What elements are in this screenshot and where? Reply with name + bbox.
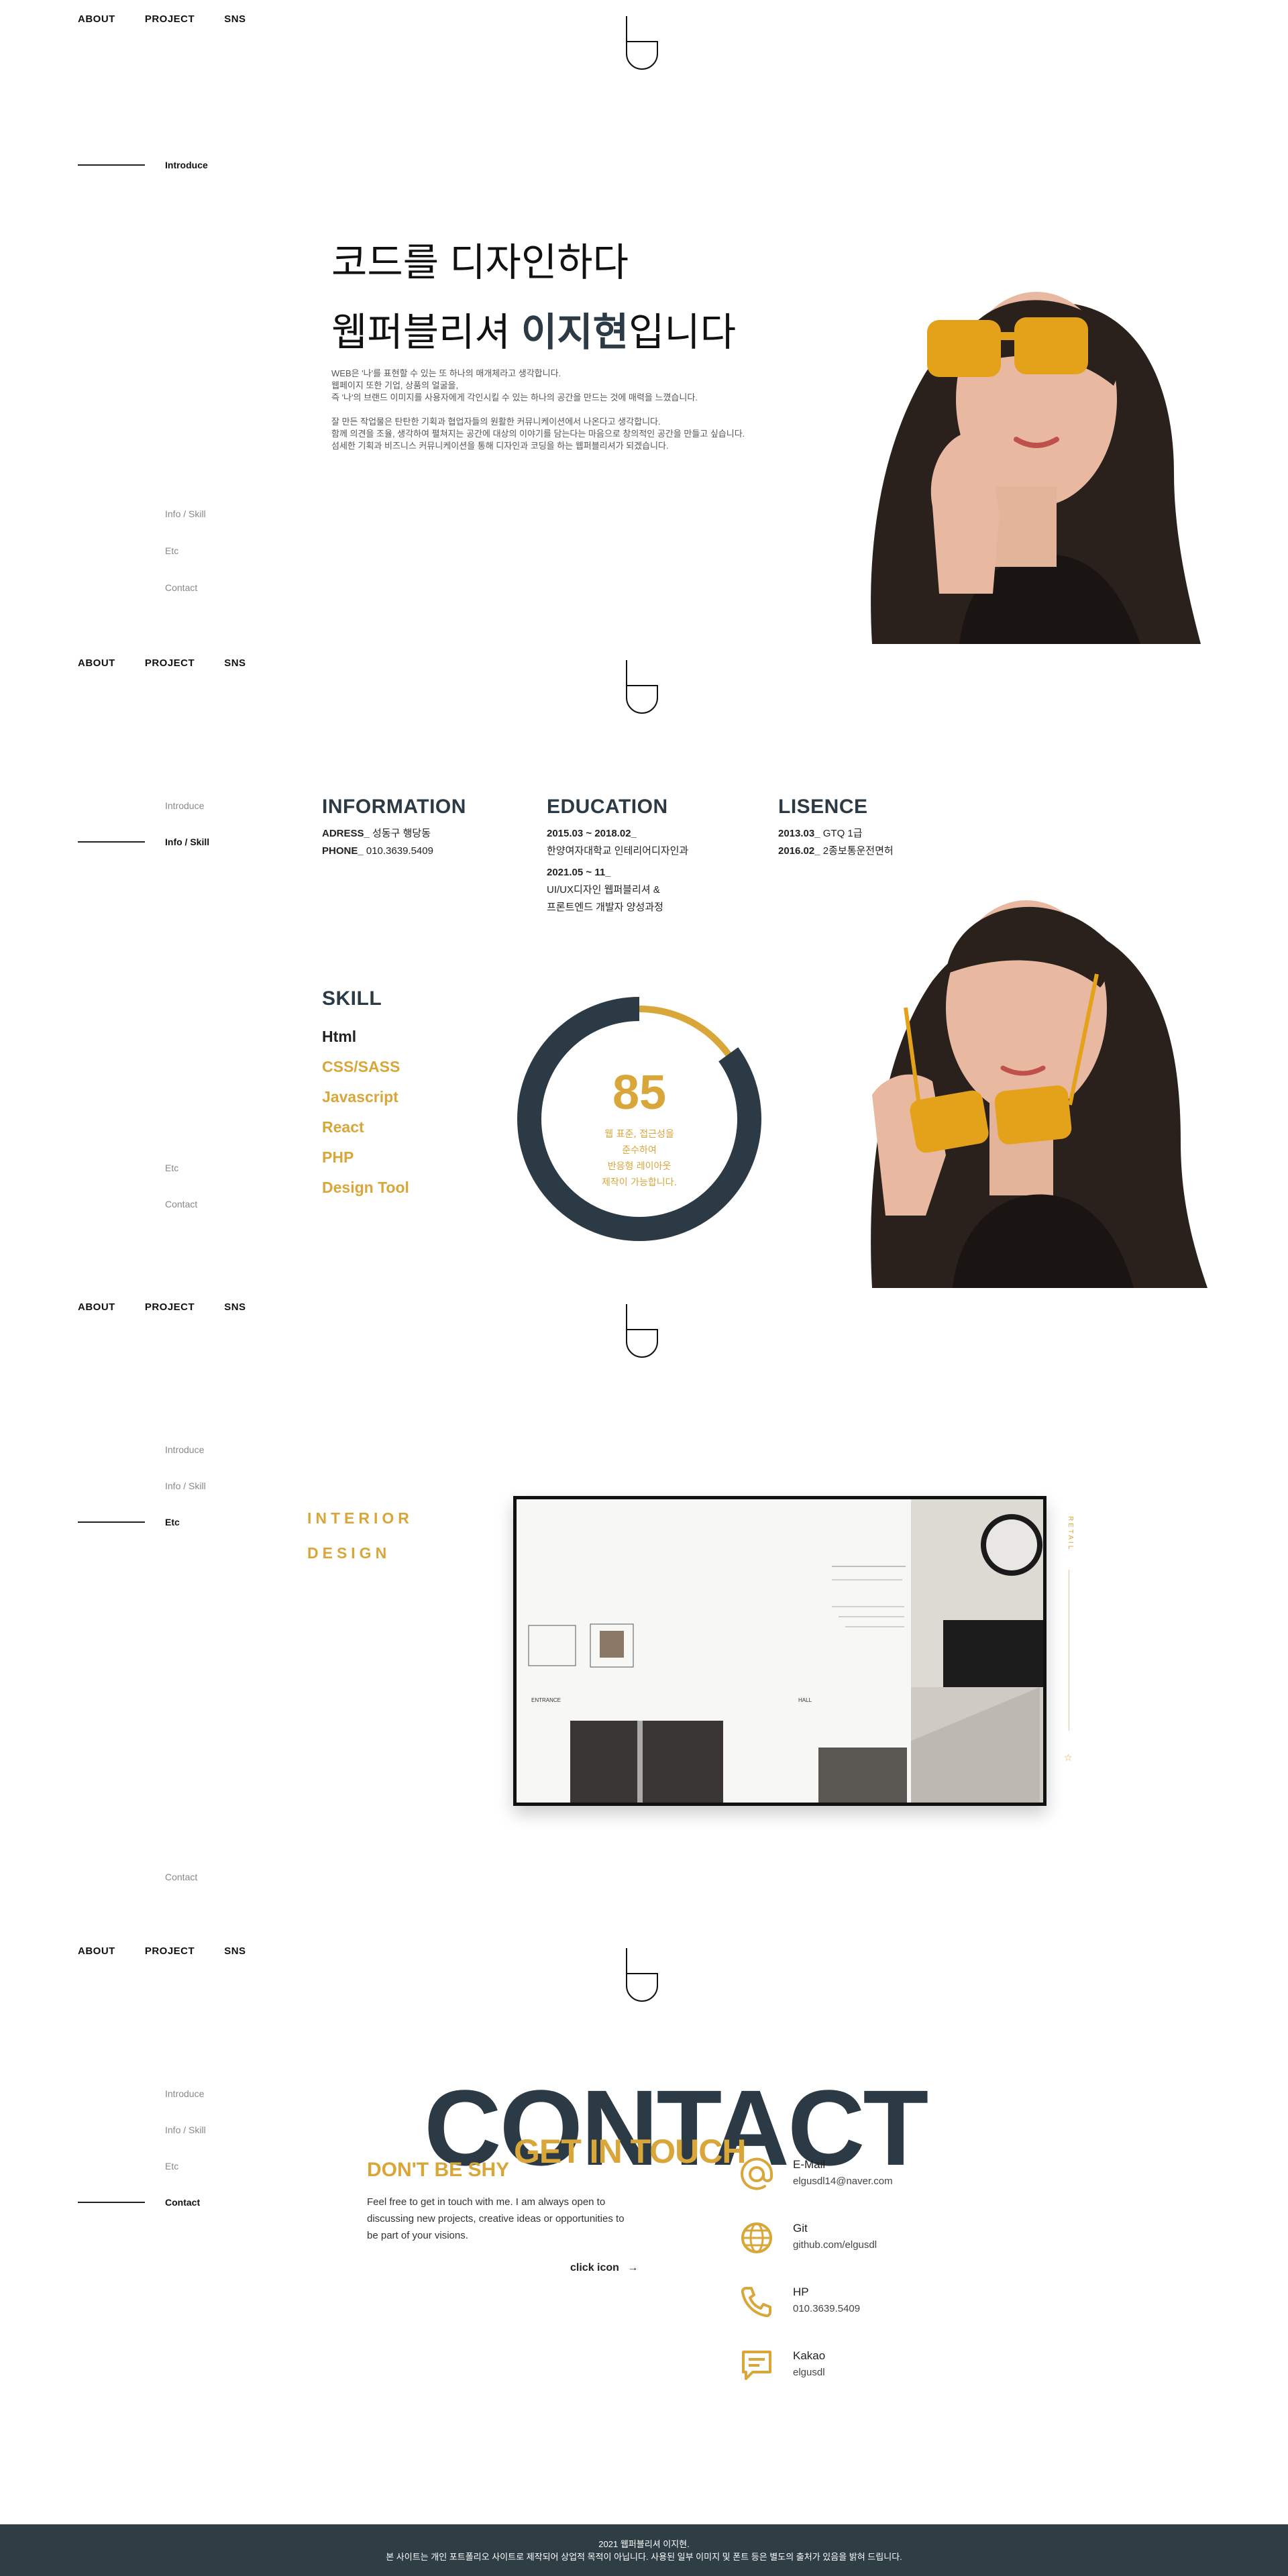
information-block: INFORMATION ADRESS_ 성동구 행당동 PHONE_ 010.3… [322,796,466,860]
address-row: ADRESS_ 성동구 행당동 [322,828,431,839]
side-nav-indicator [78,841,145,843]
education-block: EDUCATION 2015.03 ~ 2018.02_ 한양여자대학교 인테리… [547,796,689,913]
skill-item[interactable]: Javascript [322,1088,409,1106]
information-title: INFORMATION [322,796,466,818]
skill-list: Html CSS/SASS Javascript React PHP Desig… [322,1028,409,1209]
top-nav: ABOUT PROJECT SNS [76,13,246,25]
donut-text-line: 제작이 가능합니다. [602,1177,677,1188]
side-nav-etc[interactable]: Etc [165,2161,178,2171]
donut-text-line: 준수하여 [622,1145,657,1156]
side-nav-info-skill[interactable]: Info / Skill [165,1481,206,1491]
side-nav-contact[interactable]: Contact [165,1199,197,1210]
top-nav: ABOUT PROJECT SNS [76,1301,246,1313]
shy-text: Feel free to get in touch with me. I am … [367,2196,625,2241]
side-nav-info-skill[interactable]: Info / Skill [165,2125,206,2135]
intro-name: 이지현 [521,311,629,354]
donut-text-line: 웹 표준, 접근성을 [604,1129,674,1140]
intro-title-line1: 코드를 디자인하다 [331,228,629,298]
side-nav-contact[interactable]: Contact [165,1872,197,1882]
contact-hp[interactable]: HP 010.3639.5409 [739,2284,860,2319]
top-nav: ABOUT PROJECT SNS [76,657,246,669]
contact-kakao[interactable]: Kakao elgusdl [739,2348,825,2383]
skill-item[interactable]: React [322,1118,409,1136]
intro-title-line2: 웹퍼블리셔 이지현입니다 [331,298,737,368]
side-nav-etc[interactable]: Etc [165,1163,178,1173]
side-nav-introduce[interactable]: Introduce [165,2088,204,2099]
nav-about[interactable]: ABOUT [76,657,117,669]
side-nav-indicator [78,2202,145,2203]
nav-sns[interactable]: SNS [224,13,246,25]
side-nav-etc[interactable]: Etc [165,1517,180,1527]
project-preview-image: ENTRANCE HALL [517,1499,1043,1803]
chat-icon[interactable] [739,2348,774,2383]
skill-item[interactable]: CSS/SASS [322,1058,409,1076]
donut-text-line: 반응형 레이아웃 [608,1161,672,1172]
project-label-line2: DESIGN [307,1544,391,1562]
skill-item[interactable]: PHP [322,1148,409,1167]
nav-about[interactable]: ABOUT [76,13,117,25]
section-etc: ABOUT PROJECT SNS Introduce Info / Skill… [0,1288,1288,1932]
contact-git[interactable]: Git github.com/elgusdl [739,2220,877,2255]
nav-project[interactable]: PROJECT [145,657,195,669]
star-icon[interactable]: ☆ [1064,1752,1073,1764]
skill-donut-chart: 85 웹 표준, 접근성을 준수하여 반응형 레이아웃 제작이 가능합니다. [517,997,761,1241]
logo-icon[interactable] [624,1947,660,2004]
side-nav-info-skill[interactable]: Info / Skill [165,508,206,519]
education-title: EDUCATION [547,796,668,818]
globe-icon[interactable] [739,2220,774,2255]
intro-title: 코드를 디자인하다 웹퍼블리셔 이지현입니다 [331,228,737,368]
side-nav-introduce[interactable]: Introduce [165,1444,204,1455]
footer-notice: 본 사이트는 개인 포트폴리오 사이트로 제작되어 상업적 목적이 아닙니다. … [386,2552,902,2562]
side-nav-introduce[interactable]: Introduce [165,800,204,811]
nav-project[interactable]: PROJECT [145,1945,195,1957]
phone-row: PHONE_ 010.3639.5409 [322,845,433,857]
side-nav-contact[interactable]: Contact [165,582,197,593]
logo-icon[interactable] [624,1303,660,1360]
section-introduce: ABOUT PROJECT SNS Introduce Info / Skill… [0,0,1288,644]
contact-email[interactable]: E-Mail elgusdl14@naver.com [739,2157,893,2192]
arrow-right-icon: → [627,2262,639,2273]
skill-item[interactable]: Design Tool [322,1179,409,1197]
logo-icon[interactable] [624,659,660,716]
project-preview[interactable]: ENTRANCE HALL [513,1496,1046,1806]
project-label-line1: INTERIOR [307,1509,413,1527]
project-entrance-label: ENTRANCE [531,1697,561,1703]
nav-project[interactable]: PROJECT [145,13,195,25]
nav-sns[interactable]: SNS [224,657,246,669]
side-nav-introduce[interactable]: Introduce [165,160,208,170]
at-icon[interactable] [739,2157,774,2192]
phone-icon[interactable] [739,2284,774,2319]
side-nav-indicator [78,1521,145,1523]
licence-title: LISENCE [778,796,868,818]
donut-value: 85 [612,1066,666,1120]
section-contact: ABOUT PROJECT SNS Introduce Info / Skill… [0,1932,1288,2576]
side-nav-etc[interactable]: Etc [165,545,178,556]
footer: 2021 웹퍼블리셔 이지현. 본 사이트는 개인 포트폴리오 사이트로 제작되… [0,2524,1288,2576]
contact-subheading: GET IN TOUCH [514,2133,746,2170]
intro-description: WEB은 '나'를 표현할 수 있는 또 하나의 매개체라고 생각합니다. 웹페… [331,368,745,451]
shy-title: DON'T BE SHY [367,2159,510,2181]
nav-about[interactable]: ABOUT [76,1301,117,1313]
side-nav-contact[interactable]: Contact [165,2197,200,2208]
side-nav-info-skill[interactable]: Info / Skill [165,837,209,847]
side-nav-indicator [78,164,145,166]
logo-icon[interactable] [624,15,660,72]
nav-project[interactable]: PROJECT [145,1301,195,1313]
nav-sns[interactable]: SNS [224,1945,246,1957]
profile-photo [871,292,1201,644]
profile-photo [871,900,1208,1288]
footer-copyright: 2021 웹퍼블리셔 이지현. [598,2539,690,2549]
click-icon-hint: click icon → [570,2262,639,2273]
nav-sns[interactable]: SNS [224,1301,246,1313]
section-info-skill: ABOUT PROJECT SNS Introduce Info / Skill… [0,644,1288,1288]
skill-item[interactable]: Html [322,1028,409,1046]
project-hall-label: HALL [798,1697,812,1703]
skill-title: SKILL [322,987,382,1010]
nav-about[interactable]: ABOUT [76,1945,117,1957]
top-nav: ABOUT PROJECT SNS [76,1945,246,1957]
